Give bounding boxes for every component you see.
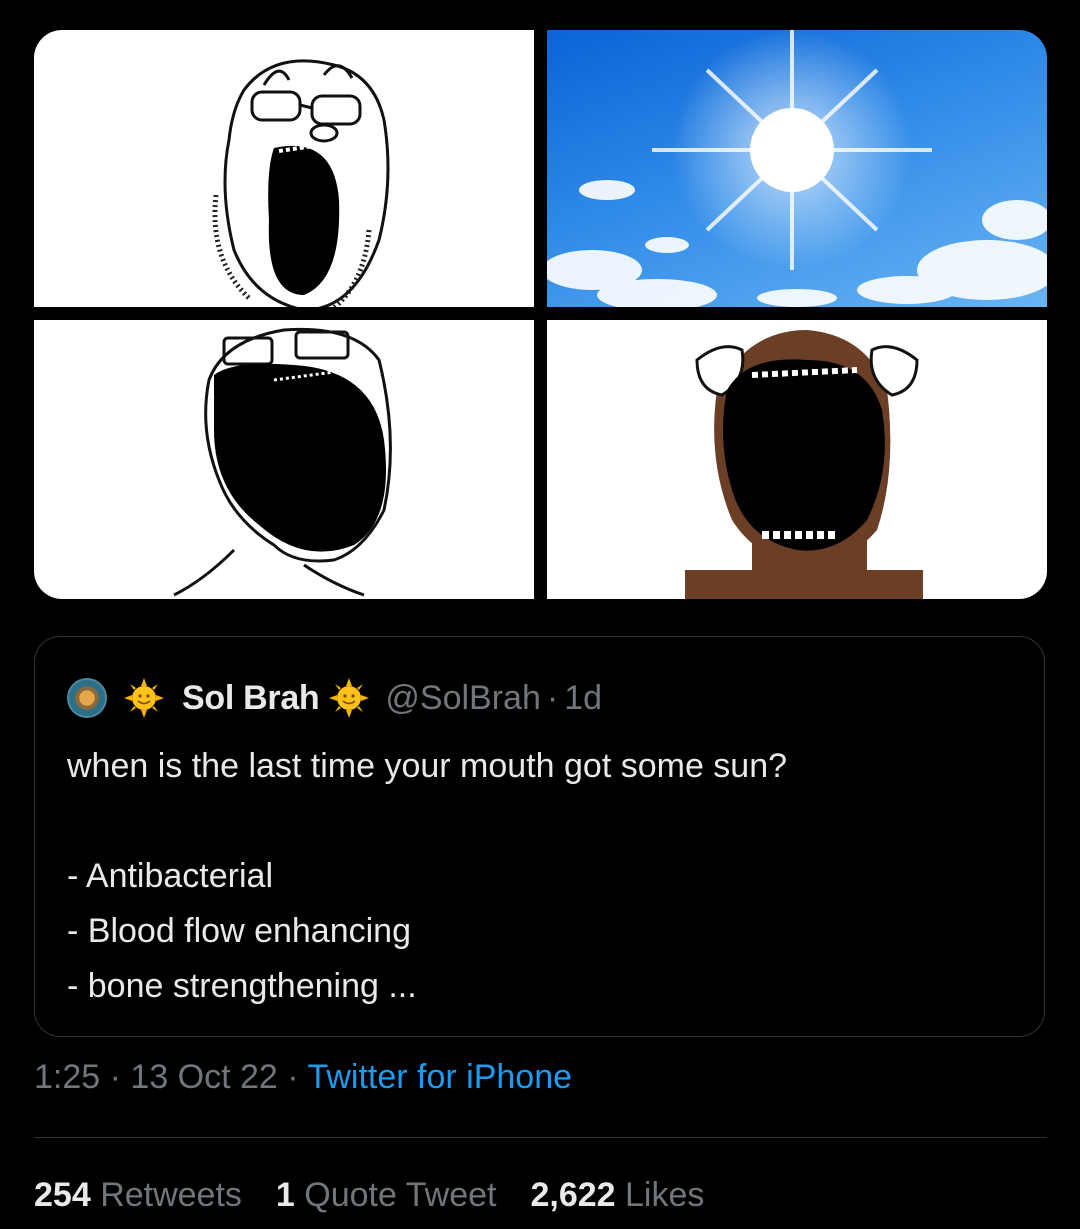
tweet-time[interactable]: 1:25 [34, 1058, 100, 1096]
tweet-stats: 254 Retweets 1 Quote Tweet 2,622 Likes [34, 1176, 738, 1215]
quoted-age: 1d [564, 678, 603, 717]
tweet-source-link[interactable]: Twitter for iPhone [307, 1058, 572, 1096]
retweets-stat[interactable]: 254 Retweets [34, 1176, 242, 1215]
quoted-tweet-header: Sol Brah @SolBrah · 1d [67, 677, 602, 719]
separator-dot: · [546, 678, 559, 717]
media-image-4[interactable] [547, 320, 1047, 599]
tweet-metadata: 1:25 · 13 Oct 22 · Twitter for iPhone [34, 1058, 572, 1097]
quoted-tweet[interactable]: Sol Brah @SolBrah · 1d when is the last … [34, 636, 1045, 1037]
likes-count: 2,622 [530, 1176, 616, 1214]
quote-tweets-label: Quote Tweet [304, 1176, 497, 1214]
retweets-label: Retweets [100, 1176, 242, 1214]
quoted-tweet-text: when is the last time your mouth got som… [67, 747, 788, 1005]
likes-label: Likes [625, 1176, 705, 1214]
separator-dot: · [287, 1058, 299, 1096]
divider [34, 1137, 1047, 1138]
brown-soyjak-yelling-image [685, 330, 923, 599]
retweets-count: 254 [34, 1176, 91, 1214]
sun-with-face-emoji-icon [124, 678, 164, 718]
soyjak-glasses-yelling-image [212, 59, 390, 307]
quoted-handle: @SolBrah [385, 678, 541, 717]
media-image-3[interactable] [34, 320, 534, 599]
media-image-1[interactable] [34, 30, 534, 307]
tweet-date[interactable]: 13 Oct 22 [130, 1058, 277, 1096]
media-image-2[interactable] [547, 30, 1047, 307]
quoted-display-name[interactable]: Sol Brah [182, 679, 320, 718]
sun-with-face-emoji-icon [329, 678, 370, 718]
quote-tweets-count: 1 [275, 1176, 295, 1214]
likes-stat[interactable]: 2,622 Likes [530, 1176, 704, 1215]
sun-in-blue-sky-image [547, 30, 1047, 307]
tweet-media-grid [34, 30, 1047, 599]
avatar[interactable] [67, 678, 107, 718]
soyjak-wide-mouth-image [173, 327, 392, 597]
quote-tweets-stat[interactable]: 1 Quote Tweet [276, 1176, 497, 1215]
separator-dot: · [109, 1058, 121, 1096]
